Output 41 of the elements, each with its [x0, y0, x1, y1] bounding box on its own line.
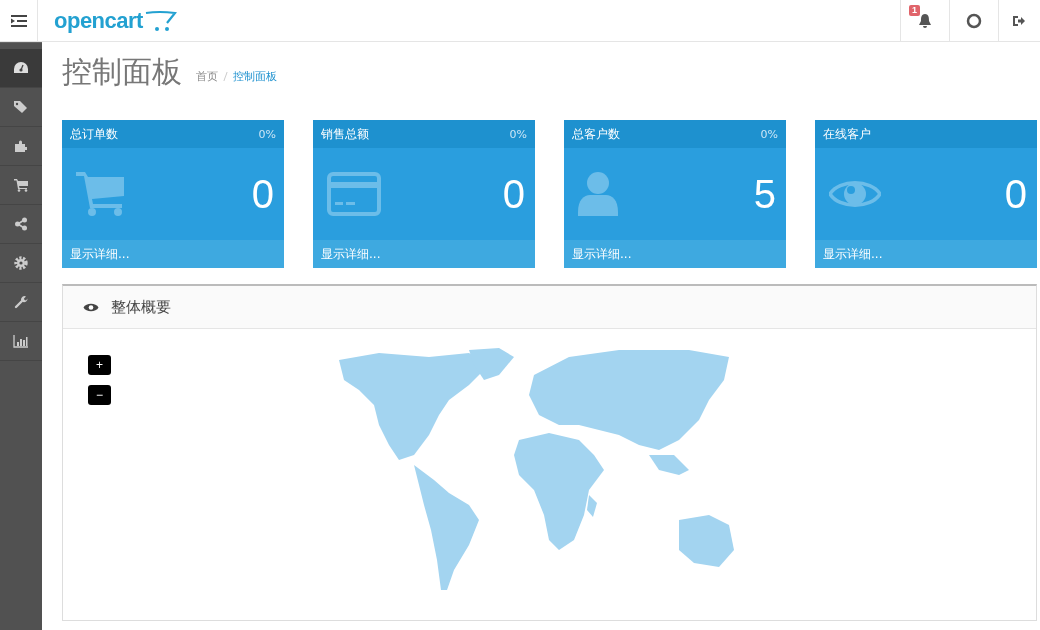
- breadcrumb-link[interactable]: 首页: [196, 68, 218, 84]
- credit-card-icon: [327, 172, 381, 216]
- percent-change: 0%: [509, 127, 527, 141]
- view-more-link[interactable]: 显示详细...: [313, 240, 535, 268]
- user-icon: [578, 172, 618, 216]
- menu-icon: [10, 14, 27, 27]
- zoom-out-button[interactable]: −: [88, 385, 111, 405]
- stat-value: 5: [753, 171, 776, 217]
- card-title: 在线客户: [823, 125, 871, 143]
- tags-icon: [13, 100, 29, 114]
- stat-value: 0: [502, 171, 525, 217]
- view-more-link[interactable]: 显示详细...: [815, 240, 1037, 268]
- bell-icon: [918, 12, 932, 29]
- zoom-in-button[interactable]: +: [88, 355, 111, 375]
- view-more-link[interactable]: 显示详细...: [62, 240, 284, 268]
- percent-change: 0%: [258, 127, 276, 141]
- sidebar-item[interactable]: [0, 49, 42, 88]
- panel-title: 整体概要: [111, 297, 171, 317]
- page-title: 控制面板: [62, 52, 182, 91]
- logo-text[interactable]: opencart: [54, 7, 143, 34]
- sign-out-icon: [1012, 13, 1026, 28]
- cart-icon: [76, 172, 126, 216]
- wrench-icon: [14, 295, 28, 309]
- eye-icon: [83, 301, 99, 313]
- stat-value: 0: [251, 171, 274, 217]
- share-icon: [14, 217, 28, 231]
- breadcrumb-link[interactable]: 控制面板: [233, 68, 277, 84]
- card-title: 总订单数: [70, 125, 118, 143]
- card-title: 总客户数: [572, 125, 620, 143]
- bar-chart-icon: [13, 334, 29, 348]
- puzzle-icon: [14, 139, 28, 153]
- percent-change: 0%: [760, 127, 778, 141]
- stat-value: 0: [1004, 171, 1027, 217]
- card-title: 销售总额: [321, 125, 369, 143]
- cart-logo-icon: [144, 9, 177, 32]
- view-more-link[interactable]: 显示详细...: [564, 240, 786, 268]
- gear-icon: [14, 256, 28, 270]
- lifebuoy-icon: [966, 12, 982, 29]
- dashboard-icon: [13, 61, 29, 75]
- notification-badge: 1: [909, 5, 920, 16]
- cart-icon: [13, 178, 29, 192]
